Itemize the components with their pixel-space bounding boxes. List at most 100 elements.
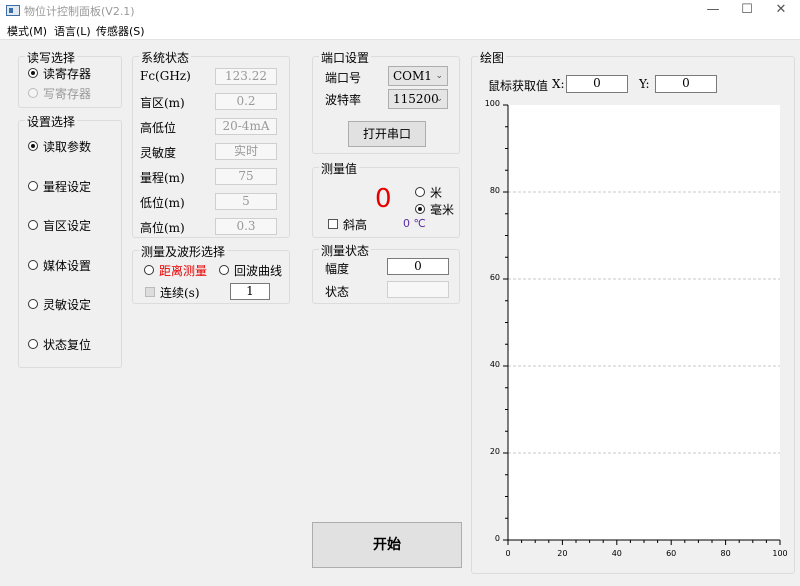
medium-setting-radio[interactable] — [28, 260, 38, 270]
low-level-label: 低位(m) — [140, 196, 185, 210]
y-tick-label: 20 — [489, 447, 500, 456]
y-tick-label: 80 — [489, 186, 500, 195]
amplitude-label: 幅度 — [325, 262, 350, 276]
read-register-radio[interactable] — [28, 68, 38, 78]
sensitivity-setting-radio[interactable] — [28, 299, 38, 309]
state-field — [387, 281, 449, 298]
cursor-x-label: X: — [552, 77, 565, 91]
range-field: 75 — [215, 168, 277, 185]
unit-millimeter-radio[interactable] — [415, 204, 425, 214]
tilt-height-checkbox[interactable] — [328, 219, 338, 229]
echo-curve-radio[interactable] — [219, 265, 229, 275]
menu-mode[interactable]: 模式(M) — [7, 23, 47, 39]
read-params-radio[interactable] — [28, 141, 38, 151]
x-tick-label: 20 — [557, 549, 568, 558]
blind-zone-setting-label: 盲区设定 — [43, 219, 92, 233]
menu-bar: 模式(M) 语言(L) 传感器(S) — [0, 22, 800, 40]
baud-rate-value: 115200 — [393, 92, 439, 106]
settings-select-group: 设置选择 读取参数 量程设定 盲区设定 媒体设置 灵敏设定 状态复位 — [18, 113, 122, 368]
fc-field: 123.22 — [215, 68, 277, 85]
sensitivity-label: 灵敏度 — [140, 146, 177, 160]
measured-value: 0 — [375, 184, 392, 214]
medium-setting-label: 媒体设置 — [43, 259, 92, 273]
title-bar: 物位计控制面板(V2.1) — ☐ ✕ — [0, 0, 800, 22]
port-settings-group: 端口设置 端口号 COM1 ⌄ 波特率 115200 ⌄ 打开串口 — [312, 49, 460, 154]
measured-value-group: 测量值 0 米 毫米 斜高 0 ℃ — [312, 160, 460, 238]
blind-zone-label: 盲区(m) — [140, 96, 185, 110]
tilt-height-label: 斜高 — [343, 218, 368, 232]
continuous-label: 连续(s) — [160, 286, 200, 300]
write-register-radio[interactable] — [28, 88, 38, 98]
high-level-label: 高位(m) — [140, 221, 185, 235]
menu-language[interactable]: 语言(L) — [54, 23, 91, 39]
blind-zone-field: 0.2 — [215, 93, 277, 110]
distance-measure-radio[interactable] — [144, 265, 154, 275]
echo-chart[interactable] — [483, 100, 789, 564]
measured-value-title: 测量值 — [319, 160, 360, 177]
x-tick-label: 100 — [772, 549, 788, 558]
menu-sensor[interactable]: 传感器(S) — [96, 23, 145, 39]
state-label: 状态 — [325, 285, 350, 299]
high-level-field: 0.3 — [215, 218, 277, 235]
read-params-label: 读取参数 — [43, 140, 92, 154]
start-button[interactable]: 开始 — [312, 522, 462, 568]
read-register-label: 读寄存器 — [43, 67, 92, 81]
low-level-field: 5 — [215, 193, 277, 210]
system-status-title: 系统状态 — [139, 49, 192, 66]
high-low-field: 20-4mA — [215, 118, 277, 135]
state-reset-label: 状态复位 — [43, 338, 92, 352]
cursor-y-label: Y: — [639, 77, 650, 91]
y-tick-label: 0 — [494, 534, 500, 543]
continuous-interval-input[interactable]: 1 — [230, 283, 270, 300]
unit-millimeter-label: 毫米 — [430, 203, 455, 217]
range-setting-label: 量程设定 — [43, 180, 92, 194]
plot-title: 绘图 — [478, 49, 507, 66]
y-tick-label: 40 — [489, 360, 500, 369]
rw-select-title: 读写选择 — [25, 49, 78, 66]
blind-zone-setting-radio[interactable] — [28, 220, 38, 230]
y-tick-label: 60 — [489, 273, 500, 282]
high-low-label: 高低位 — [140, 121, 177, 135]
plot-area — [508, 105, 780, 540]
cursor-value-label: 鼠标获取值 — [488, 79, 549, 93]
measure-mode-group: 测量及波形选择 距离测量 回波曲线 连续(s) 1 — [132, 243, 290, 304]
distance-measure-label: 距离测量 — [159, 264, 208, 278]
range-setting-radio[interactable] — [28, 181, 38, 191]
sensitivity-setting-label: 灵敏设定 — [43, 298, 92, 312]
unit-meter-label: 米 — [430, 186, 443, 200]
settings-select-title: 设置选择 — [25, 113, 78, 130]
temperature-value: 0 ℃ — [403, 217, 426, 230]
rw-select-group: 读写选择 读寄存器 写寄存器 — [18, 49, 122, 108]
measure-mode-title: 测量及波形选择 — [139, 243, 228, 260]
measure-state-group: 测量状态 幅度 0 状态 — [312, 242, 460, 304]
fc-label: Fc(GHz) — [140, 69, 191, 83]
system-status-group: 系统状态 Fc(GHz) 123.22 盲区(m) 0.2 高低位 20-4mA… — [132, 49, 290, 238]
baud-rate-select[interactable]: 115200 ⌄ — [388, 89, 448, 109]
range-label: 量程(m) — [140, 171, 185, 185]
port-number-select[interactable]: COM1 ⌄ — [388, 66, 448, 86]
chevron-down-icon: ⌄ — [435, 94, 443, 104]
state-reset-radio[interactable] — [28, 339, 38, 349]
y-tick-label: 100 — [484, 99, 500, 108]
close-button[interactable]: ✕ — [764, 0, 798, 22]
x-tick-label: 0 — [505, 549, 511, 558]
port-settings-title: 端口设置 — [319, 49, 372, 66]
sensitivity-field: 实时 — [215, 143, 277, 160]
port-number-label: 端口号 — [325, 71, 362, 85]
maximize-button[interactable]: ☐ — [730, 0, 764, 22]
baud-rate-label: 波特率 — [325, 93, 362, 107]
measure-state-title: 测量状态 — [319, 242, 372, 259]
minimize-button[interactable]: — — [696, 0, 730, 22]
unit-meter-radio[interactable] — [415, 187, 425, 197]
x-tick-label: 60 — [666, 549, 677, 558]
app-icon — [6, 5, 20, 16]
chevron-down-icon: ⌄ — [435, 71, 443, 81]
continuous-checkbox[interactable] — [145, 287, 155, 297]
write-register-label: 写寄存器 — [43, 87, 92, 101]
window-title: 物位计控制面板(V2.1) — [24, 5, 135, 18]
amplitude-field: 0 — [387, 258, 449, 275]
open-port-button[interactable]: 打开串口 — [348, 121, 426, 147]
port-number-value: COM1 — [393, 69, 432, 83]
x-tick-label: 80 — [720, 549, 731, 558]
x-tick-label: 40 — [611, 549, 622, 558]
